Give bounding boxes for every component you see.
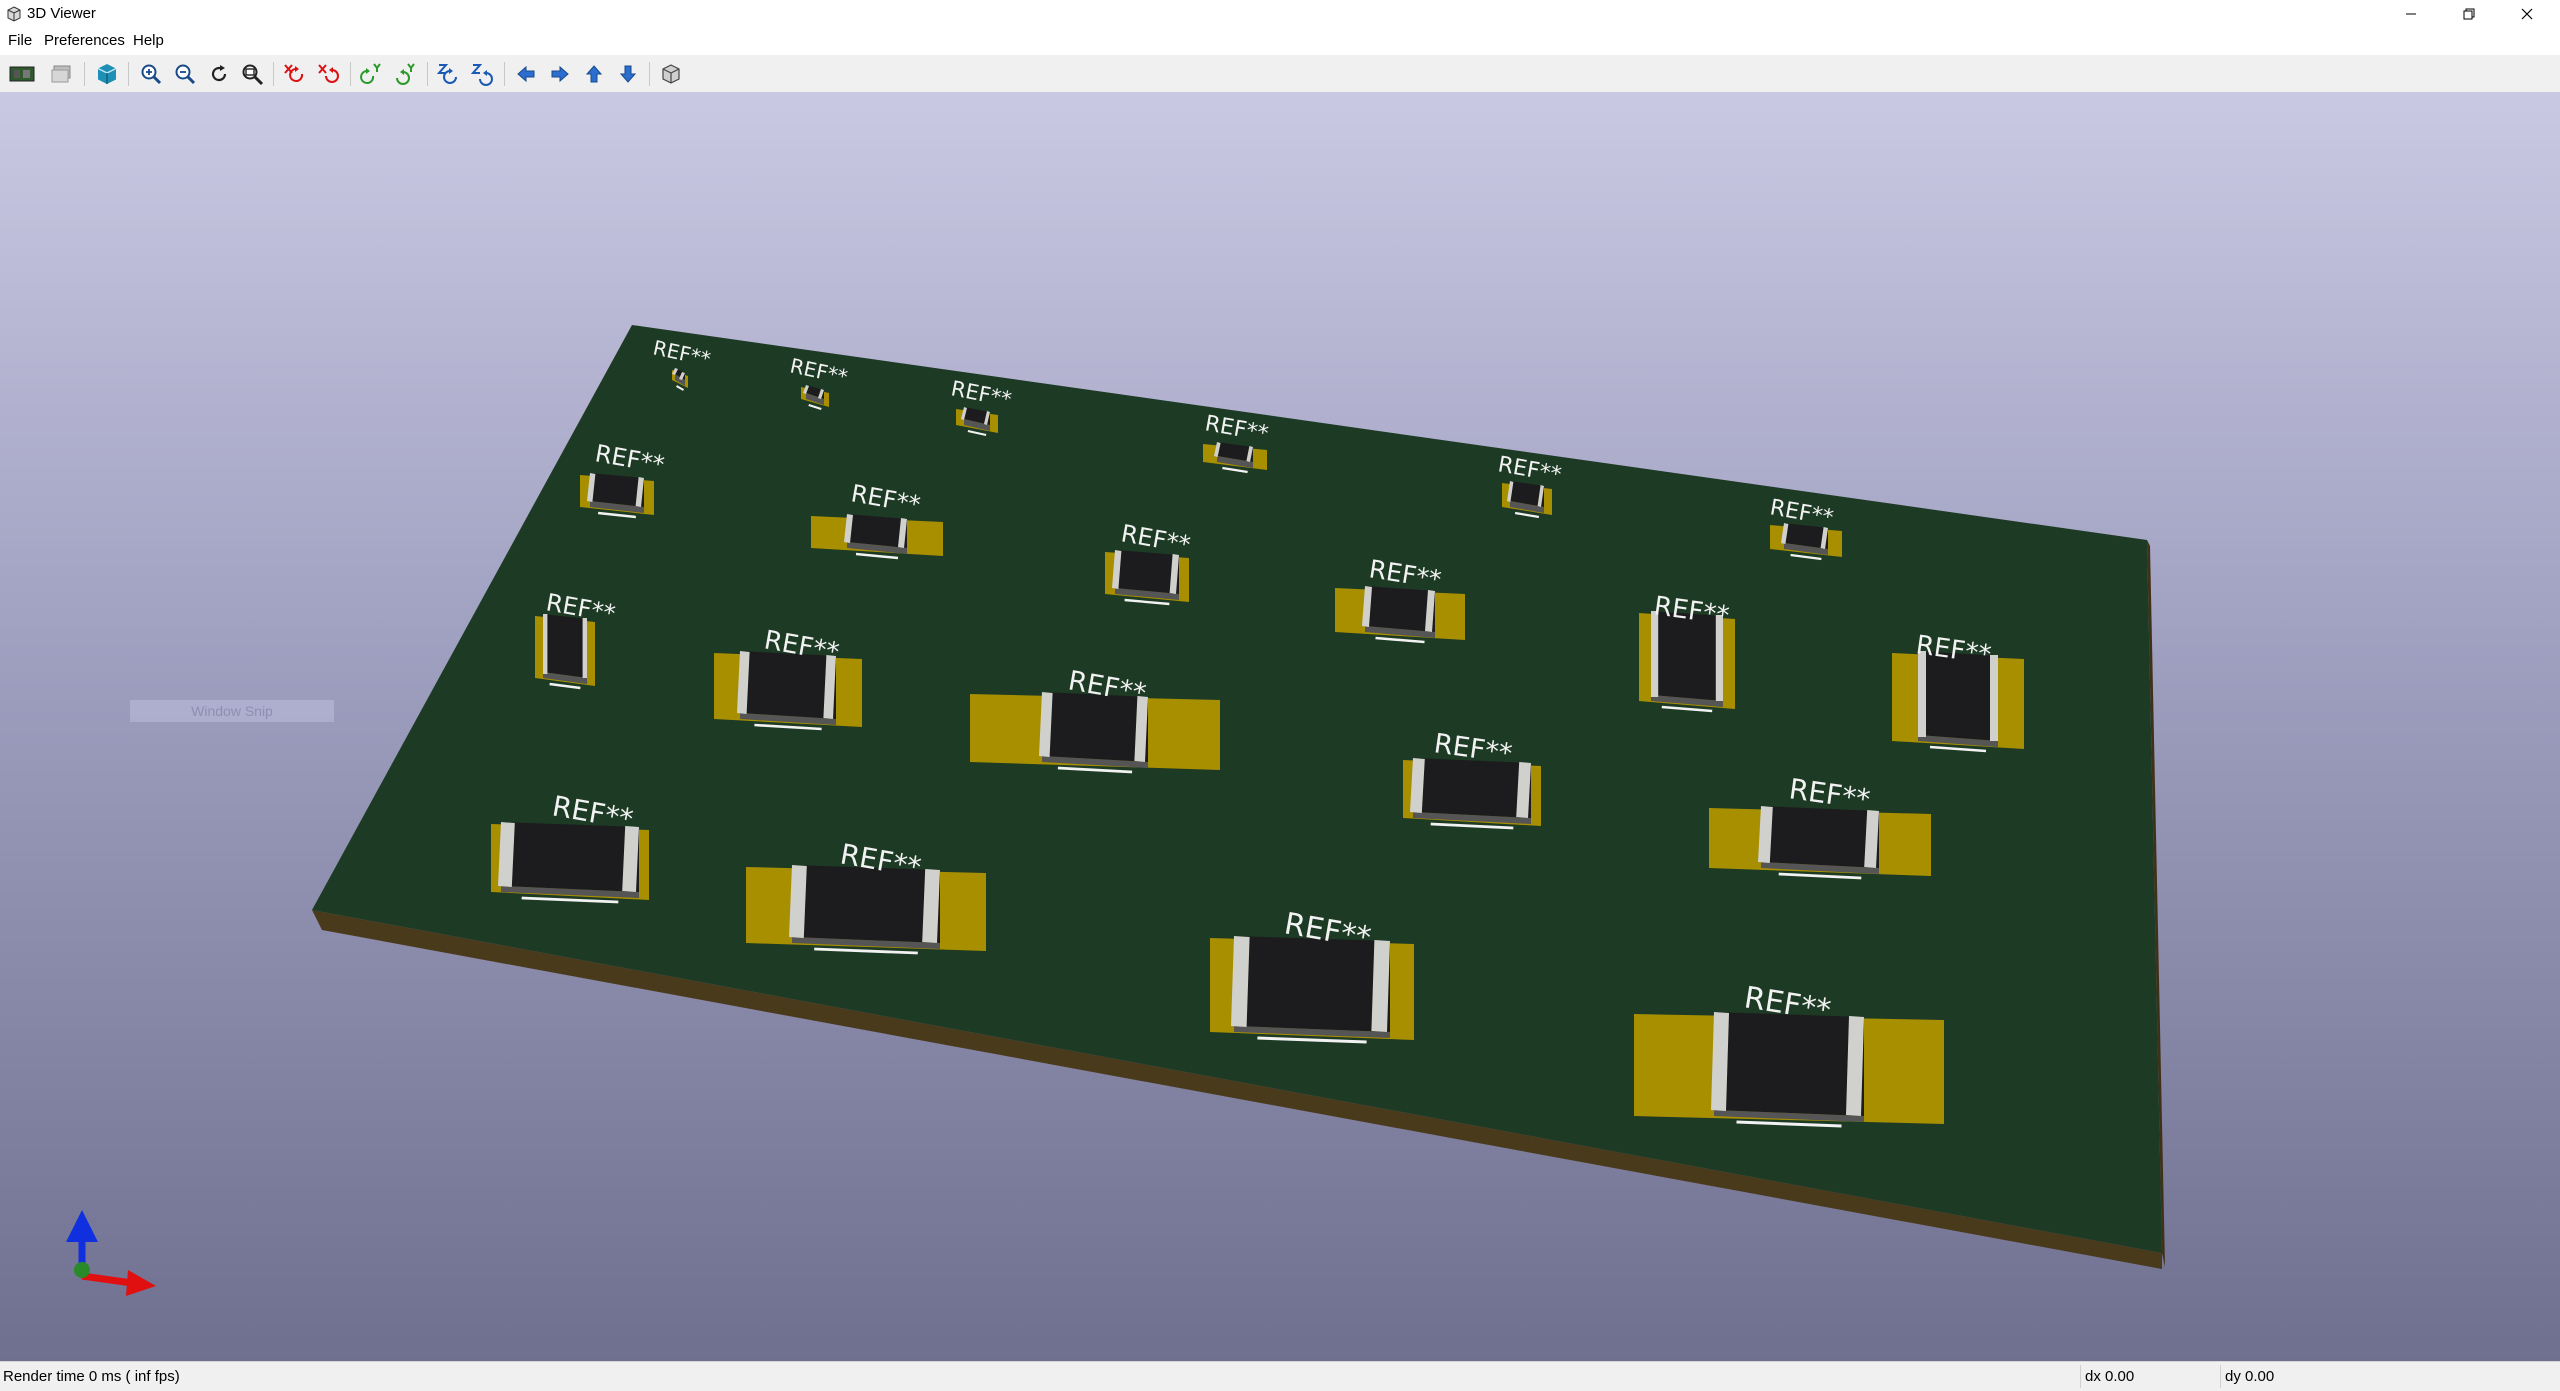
toolbar-separator: [350, 62, 351, 86]
rotate-z-ccw-icon: [470, 64, 493, 86]
resistor-body: [543, 614, 587, 678]
pcb-realistic-icon: [9, 66, 35, 82]
close-button[interactable]: [2498, 0, 2556, 28]
arrow-right-icon: [551, 65, 569, 83]
menu-bar: File Preferences Help: [0, 28, 2560, 55]
ortho-toggle-button[interactable]: [657, 60, 685, 88]
render-realistic-button[interactable]: [8, 60, 36, 88]
rotate-y-cw-icon: [360, 63, 381, 84]
menu-file[interactable]: File: [8, 32, 32, 49]
arrow-up-icon: [585, 65, 603, 83]
toolbar-separator: [649, 62, 650, 86]
arrow-left-icon: [517, 65, 535, 83]
title-bar: 3D Viewer: [0, 0, 2560, 28]
rotate-y-ccw-icon: [396, 63, 415, 85]
x-axis: [81, 1272, 133, 1287]
menu-preferences[interactable]: Preferences: [44, 32, 125, 49]
zoom-out-button[interactable]: [171, 60, 199, 88]
move-down-button[interactable]: [614, 60, 642, 88]
wireframe-cube-icon: [662, 64, 680, 84]
cube-icon: [97, 64, 117, 84]
resistor-footprint: REF**: [1768, 495, 1842, 561]
rotate-y-ccw-button[interactable]: [392, 60, 420, 88]
resistor-body: [590, 473, 644, 507]
toolbar: [0, 55, 2560, 93]
rotate-x-ccw-button[interactable]: [315, 60, 343, 88]
status-bar: Render time 0 ms ( inf fps) dx 0.00 dy 0…: [0, 1361, 2560, 1391]
x-axis-arrow: [126, 1270, 156, 1296]
zoom-fit-icon: [242, 64, 264, 86]
app-3d-cube-icon: [7, 6, 21, 22]
pcb-3d-scene: REF**REF**REF**REF**REF**REF**REF**REF**…: [66, 325, 2165, 1296]
menu-help[interactable]: Help: [133, 32, 164, 49]
terminal: [922, 869, 940, 943]
toolbar-separator: [84, 62, 85, 86]
restore-icon: [2463, 8, 2475, 20]
status-divider: [2080, 1365, 2081, 1388]
refresh-icon: [211, 65, 227, 82]
dy-status: dy 0.00: [2225, 1368, 2275, 1385]
restore-button[interactable]: [2440, 0, 2498, 28]
resistor-body: [1714, 1012, 1864, 1116]
3d-viewport[interactable]: REF** REF** REF** REF** REF** REF** REF** REF**…: [0, 92, 2560, 1361]
resistor-footprint: REF**: [1639, 591, 1735, 713]
render-time-status: Render time 0 ms ( inf fps): [3, 1368, 180, 1385]
zoom-fit-button[interactable]: [238, 60, 266, 88]
terminal: [1846, 1016, 1864, 1116]
terminal: [1371, 940, 1390, 1032]
terminal: [1231, 936, 1250, 1027]
minimize-icon: [2406, 13, 2416, 15]
zoom-out-icon: [175, 64, 196, 85]
terminal: [1918, 651, 1926, 737]
redraw-button[interactable]: [205, 60, 233, 88]
zoom-in-button[interactable]: [137, 60, 165, 88]
minimize-button[interactable]: [2382, 0, 2440, 28]
terminal: [543, 614, 548, 674]
rotate-y-cw-button[interactable]: [358, 60, 386, 88]
axis-gizmo-icon: [66, 1210, 156, 1296]
rotate-x-cw-button[interactable]: [281, 60, 309, 88]
move-up-button[interactable]: [580, 60, 608, 88]
terminal: [1990, 655, 1998, 741]
resistor-body: [1115, 550, 1179, 594]
status-divider: [2220, 1365, 2221, 1388]
terminal: [1651, 611, 1659, 697]
window-title: 3D Viewer: [27, 5, 96, 22]
resistor-body: [1365, 586, 1435, 632]
layers-icon: [51, 65, 71, 83]
y-axis: [74, 1262, 90, 1278]
arrow-down-icon: [619, 65, 637, 83]
dx-status: dx 0.00: [2085, 1368, 2135, 1385]
move-right-button[interactable]: [546, 60, 574, 88]
toolbar-separator: [504, 62, 505, 86]
toolbar-separator: [273, 62, 274, 86]
terminal: [582, 618, 587, 678]
rotate-z-cw-button[interactable]: [435, 60, 463, 88]
terminal: [1711, 1012, 1729, 1111]
terminal: [789, 865, 807, 938]
toolbar-separator: [128, 62, 129, 86]
rotate-x-ccw-icon: [318, 64, 339, 83]
render-layers-button[interactable]: [48, 60, 76, 88]
zoom-in-icon: [141, 64, 162, 85]
resistor-body: [1413, 758, 1531, 818]
z-axis-arrow: [66, 1210, 98, 1242]
rotate-z-cw-icon: [436, 64, 457, 84]
toolbar-separator: [427, 62, 428, 86]
view-3d-cube-button[interactable]: [93, 60, 121, 88]
rotate-x-cw-icon: [284, 64, 304, 82]
rotate-z-ccw-button[interactable]: [469, 60, 497, 88]
close-icon: [2521, 8, 2533, 20]
window-snip-ghost: Window Snip: [130, 700, 334, 722]
move-left-button[interactable]: [512, 60, 540, 88]
